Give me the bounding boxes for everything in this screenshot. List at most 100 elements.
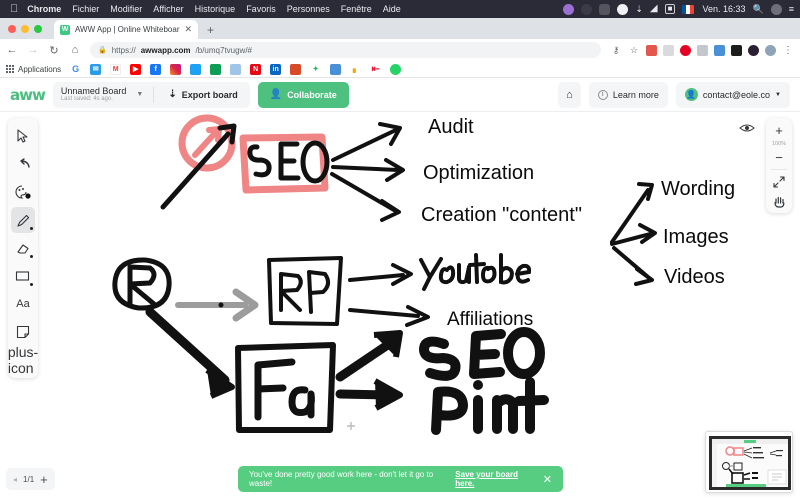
password-key-icon[interactable]: ⚷ xyxy=(610,45,622,56)
bookmark-whatsapp-icon[interactable] xyxy=(390,63,402,75)
apps-shortcut[interactable]: Applications xyxy=(6,65,61,74)
sticky-note-icon xyxy=(16,325,30,339)
menu-item-favoris[interactable]: Favoris xyxy=(246,4,276,14)
bookmark-netflix-icon[interactable]: N xyxy=(250,63,262,75)
camera-icon[interactable] xyxy=(599,3,611,15)
bookmark-gmail-icon[interactable]: M xyxy=(110,63,122,75)
bookmark-star-icon[interactable]: ☆ xyxy=(628,45,640,56)
pan-tool-button[interactable] xyxy=(768,191,790,210)
maximize-window-button[interactable] xyxy=(34,24,42,33)
bookmark-youtube-icon[interactable]: ▶ xyxy=(130,63,142,75)
chevron-down-icon[interactable]: ▼ xyxy=(136,91,143,98)
home-button[interactable]: ⌂ xyxy=(558,81,581,108)
download-icon[interactable]: ⇣ xyxy=(635,4,643,14)
minimize-window-button[interactable] xyxy=(21,24,29,33)
visibility-toggle-button[interactable] xyxy=(736,118,758,138)
forward-icon[interactable]: → xyxy=(27,44,39,56)
spotlight-search-icon[interactable]: 🔍 xyxy=(753,4,764,14)
profile-avatar-icon[interactable] xyxy=(765,44,776,56)
siri-icon[interactable] xyxy=(563,3,575,15)
notification-center-icon[interactable]: ≡ xyxy=(789,4,794,14)
bookmark-analytics-icon[interactable] xyxy=(230,63,242,75)
extension-greyblue-icon[interactable] xyxy=(697,44,708,56)
aww-logo[interactable]: aww xyxy=(10,86,46,104)
bookmark-drive-icon[interactable] xyxy=(210,63,222,75)
eraser-tool[interactable] xyxy=(11,235,35,261)
bookmark-facebook-icon[interactable]: f xyxy=(150,63,162,75)
extension-grey-icon[interactable] xyxy=(663,44,674,56)
extension-red-icon[interactable] xyxy=(646,44,657,56)
battery-icon[interactable]: ■ xyxy=(664,4,676,14)
reload-icon[interactable]: ↻ xyxy=(48,44,60,57)
home-icon[interactable]: ⌂ xyxy=(69,44,81,56)
bookmark-photo-icon[interactable] xyxy=(290,63,302,75)
bookmark-notion-icon[interactable] xyxy=(330,63,342,75)
chrome-menu-icon[interactable]: ⋮ xyxy=(782,45,794,56)
menu-item-fichier[interactable]: Fichier xyxy=(72,4,99,14)
whiteboard-drawing xyxy=(112,114,657,435)
bookmark-google-icon[interactable]: G xyxy=(70,64,81,75)
extension-black-icon[interactable] xyxy=(748,44,759,56)
canvas-crosshair xyxy=(347,422,355,430)
previous-page-button[interactable]: ◂ xyxy=(13,475,17,484)
apple-icon[interactable]:  xyxy=(10,3,18,15)
text-tool[interactable]: Aa xyxy=(11,291,35,317)
screenshot-icon[interactable] xyxy=(581,3,593,15)
pinterest-icon[interactable] xyxy=(680,44,691,56)
wifi-icon[interactable]: ◢ xyxy=(650,4,658,14)
chevron-down-icon[interactable]: ▼ xyxy=(775,92,781,98)
zoom-out-button[interactable]: − xyxy=(768,148,790,167)
browser-tab-awwapp[interactable]: W AWW App | Online Whiteboar ✕ xyxy=(54,20,199,39)
bookmark-twitter-icon[interactable] xyxy=(190,63,202,75)
canvas-label-creation-content: Creation "content" xyxy=(421,204,582,226)
shape-tool[interactable] xyxy=(11,263,35,289)
bookmark-linkedin-icon[interactable]: in xyxy=(270,63,282,75)
pen-tool[interactable] xyxy=(11,207,35,233)
back-icon[interactable]: ← xyxy=(6,44,18,56)
close-tab-icon[interactable]: ✕ xyxy=(185,24,193,35)
bookmark-spotify-icon[interactable]: ✦ xyxy=(310,63,322,75)
collaborate-button[interactable]: 👤 Collaborate xyxy=(257,81,349,108)
menu-item-historique[interactable]: Historique xyxy=(195,4,236,14)
board-minimap[interactable] xyxy=(705,431,793,493)
learn-more-button[interactable]: i Learn more xyxy=(588,81,668,108)
zoom-in-button[interactable]: + xyxy=(768,121,790,140)
fit-to-screen-button[interactable] xyxy=(768,172,790,191)
menu-item-afficher[interactable]: Afficher xyxy=(153,4,183,14)
eraser-icon xyxy=(16,244,29,254)
undo-tool[interactable] xyxy=(11,151,35,177)
dropbox-icon[interactable] xyxy=(617,3,629,15)
account-menu[interactable]: 👤 contact@eole.co ▼ xyxy=(675,81,790,108)
sticky-note-tool[interactable] xyxy=(11,319,35,345)
undo-arrow-icon xyxy=(19,158,30,168)
apps-grid-icon xyxy=(6,65,14,73)
close-window-button[interactable] xyxy=(8,24,16,33)
save-board-link[interactable]: Save your board here. xyxy=(455,470,535,488)
close-icon[interactable]: ✕ xyxy=(543,473,552,486)
color-palette-tool[interactable] xyxy=(11,179,35,205)
bookmark-mail-icon[interactable]: ✉ xyxy=(90,63,102,75)
extension-blue-icon[interactable] xyxy=(714,44,725,56)
add-page-button[interactable]: + xyxy=(40,472,48,487)
control-center-icon[interactable] xyxy=(770,3,782,15)
bookmarks-bar: Applications G ✉ M ▶ f N in ✦ ▖ ⇤ xyxy=(0,61,800,78)
flag-fr-icon[interactable] xyxy=(682,4,695,14)
whiteboard-canvas[interactable]: Audit Optimization Creation "content" Wo… xyxy=(0,112,800,500)
add-more-tool[interactable]: plus-icon xyxy=(8,344,38,376)
menu-item-aide[interactable]: Aide xyxy=(383,4,401,14)
export-board-button[interactable]: ⇣ Export board xyxy=(164,89,241,100)
menu-item-personnes[interactable]: Personnes xyxy=(287,4,330,14)
address-bar[interactable]: 🔒 https:// awwapp.com/b/umq7tvugw/# xyxy=(90,42,601,58)
select-tool[interactable] xyxy=(11,123,35,149)
bookmark-elementor-icon[interactable]: ⇤ xyxy=(370,63,382,75)
canvas-label-optimization: Optimization xyxy=(423,162,535,184)
bookmark-stats-icon[interactable]: ▖ xyxy=(350,63,362,75)
menu-item-fenetre[interactable]: Fenêtre xyxy=(341,4,372,14)
shape-style-indicator xyxy=(30,283,33,286)
board-selector[interactable]: Unnamed Board Last saved: 4s ago. ▼ ⇣ Ex… xyxy=(52,81,250,108)
new-tab-button[interactable]: + xyxy=(207,23,214,37)
menu-item-chrome[interactable]: Chrome xyxy=(27,4,61,14)
menu-item-modifier[interactable]: Modifier xyxy=(110,4,142,14)
extension-dark-icon[interactable] xyxy=(731,44,742,56)
bookmark-instagram-icon[interactable] xyxy=(170,63,182,75)
